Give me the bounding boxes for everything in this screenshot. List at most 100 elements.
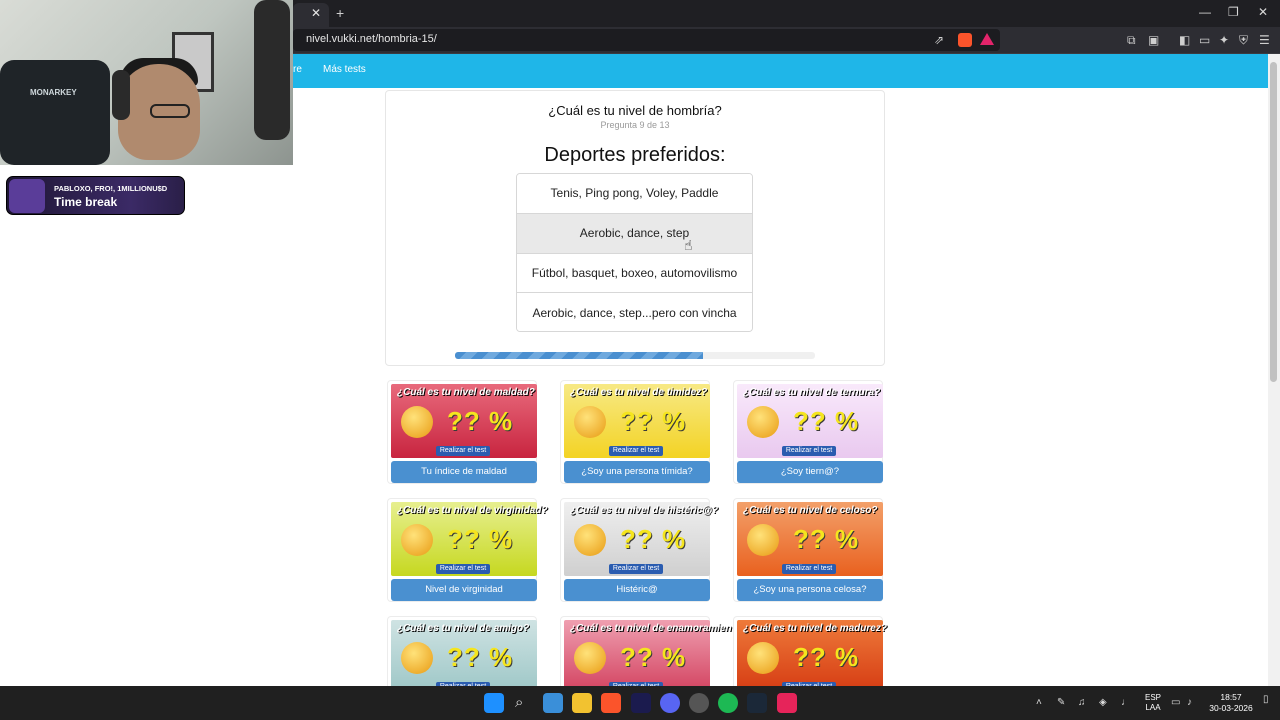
site-nav-bar xyxy=(293,54,1268,88)
extensions-icon[interactable]: ⧉ xyxy=(1127,33,1136,48)
test-emoji-icon xyxy=(574,406,606,438)
alert-names: PABLOXO, FRO!, 1MILLIONU$D xyxy=(54,184,168,193)
test-card[interactable]: ¿Cuál es tu nivel de timidez? ?? % Realiza… xyxy=(560,380,710,484)
test-banner-title: ¿Cuál es tu nivel de maldad? xyxy=(397,387,535,398)
test-percent: ?? % xyxy=(793,406,860,436)
test-card[interactable]: ¿Cuál es tu nivel de histéric@? ?? % Reali… xyxy=(560,498,718,602)
quiz-title: ¿Cuál es tu nivel de hombría? xyxy=(548,103,722,118)
tray-overflow-icon[interactable]: ˄ xyxy=(1036,697,1042,708)
menu-icon[interactable]: ☰ xyxy=(1259,33,1270,47)
vpn-icon[interactable]: ⛨ xyxy=(1239,33,1248,48)
test-card[interactable]: ¿Cuál es tu nivel de ternura? ?? % Realiza… xyxy=(733,380,883,484)
close-tab-icon[interactable]: ✕ xyxy=(311,6,321,20)
test-emoji-icon xyxy=(574,642,606,674)
minimize-icon[interactable]: — xyxy=(1199,5,1211,19)
test-percent: ?? % xyxy=(793,524,860,554)
test-banner-image[interactable]: ¿Cuál es tu nivel de enamoramiento??? %R… xyxy=(564,620,747,694)
start-icon[interactable] xyxy=(484,693,504,713)
take-test-button[interactable]: Realizar el test xyxy=(436,564,490,574)
test-banner-title: ¿Cuál es tu nivel de virginidad? xyxy=(397,505,548,516)
take-test-button[interactable]: Realizar el test xyxy=(782,564,836,574)
search-icon[interactable]: ⌕ xyxy=(515,694,523,711)
share-icon[interactable]: ⇗ xyxy=(934,33,944,47)
network-icon[interactable]: ▭ xyxy=(1171,697,1180,708)
test-caption-button[interactable]: Nivel de virginidad xyxy=(391,579,537,601)
answer-option[interactable]: Aerobic, dance, step xyxy=(517,213,752,254)
test-banner-image[interactable]: ¿Cuál es tu nivel de celoso? ?? % Realizar… xyxy=(737,502,883,576)
volume-icon[interactable]: ♪ xyxy=(1187,697,1192,708)
test-banner-image[interactable]: ¿Cuál es tu nivel de timidez? ?? % Realiza… xyxy=(564,384,710,458)
test-caption-button[interactable]: Tu índice de maldad xyxy=(391,461,537,483)
test-banner-title: ¿Cuál es tu nivel de enamoramiento? xyxy=(570,623,748,634)
new-tab-icon[interactable]: + xyxy=(336,5,344,21)
file-explorer-icon[interactable] xyxy=(572,693,592,713)
headphones-icon[interactable]: ♫ xyxy=(1078,697,1086,708)
sidebar-icon[interactable]: ◧ xyxy=(1179,33,1190,47)
test-banner-image[interactable]: ¿Cuál es tu nivel de virginidad? ?? % Real… xyxy=(391,502,548,576)
tiktok-icon[interactable] xyxy=(777,693,797,713)
discord-icon[interactable] xyxy=(660,693,680,713)
test-emoji-icon xyxy=(401,406,433,438)
glasses xyxy=(150,104,190,118)
test-banner-image[interactable]: ¿Cuál es tu nivel de amigo??? %Realizar … xyxy=(391,620,537,694)
leo-ai-icon[interactable]: ✦ xyxy=(1219,33,1229,47)
restore-icon[interactable]: ❐ xyxy=(1228,5,1239,19)
test-banner-image[interactable]: ¿Cuál es tu nivel de maldad? ?? % Realizar… xyxy=(391,384,537,458)
wallet-icon[interactable]: ▭ xyxy=(1199,33,1210,47)
alert-message: Time break xyxy=(54,195,118,209)
test-banner-title: ¿Cuál es tu nivel de madurez? xyxy=(743,623,887,634)
chair-logo: MONARKEY xyxy=(30,88,77,97)
test-caption-button[interactable]: ¿Soy una persona tímida? xyxy=(564,461,710,483)
answer-option[interactable]: Aerobic, dance, step...pero con vincha xyxy=(517,293,752,331)
brave-icon[interactable] xyxy=(601,693,621,713)
nav-link-more-tests[interactable]: Más tests xyxy=(323,64,366,75)
test-caption-button[interactable]: Histéric@ xyxy=(564,579,710,601)
screenshot-icon[interactable]: ▣ xyxy=(1148,33,1159,47)
test-banner-title: ¿Cuál es tu nivel de celoso? xyxy=(743,505,878,516)
test-card[interactable]: ¿Cuál es tu nivel de virginidad? ?? % Real… xyxy=(387,498,548,602)
system-clock[interactable]: 18:57 30-03-2026 xyxy=(1206,692,1256,714)
test-banner-title: ¿Cuál es tu nivel de timidez? xyxy=(570,387,708,398)
clock-date: 30-03-2026 xyxy=(1209,703,1253,713)
test-card[interactable]: ¿Cuál es tu nivel de celoso? ?? % Realizar… xyxy=(733,498,883,602)
question-counter: Pregunta 9 de 13 xyxy=(600,120,670,130)
brave-rewards-icon[interactable] xyxy=(980,33,994,45)
clock-time: 18:57 xyxy=(1220,692,1242,702)
spotify-icon[interactable] xyxy=(718,693,738,713)
test-banner-image[interactable]: ¿Cuál es tu nivel de ternura? ?? % Realiza… xyxy=(737,384,883,458)
brave-shields-icon[interactable] xyxy=(958,33,972,47)
test-emoji-icon xyxy=(747,524,779,556)
test-banner-image[interactable]: ¿Cuál es tu nivel de madurez??? %Realiza… xyxy=(737,620,887,694)
url-text[interactable]: nivel.vukki.net/hombria-15/ xyxy=(306,33,437,45)
scrollbar-thumb[interactable] xyxy=(1270,62,1277,382)
answer-option[interactable]: Fútbol, basquet, boxeo, automovilismo xyxy=(517,253,752,294)
take-test-button[interactable]: Realizar el test xyxy=(609,446,663,456)
gaming-chair xyxy=(0,60,110,165)
test-percent: ?? % xyxy=(620,406,687,436)
take-test-button[interactable]: Realizar el test xyxy=(436,446,490,456)
photos-icon[interactable] xyxy=(543,693,563,713)
take-test-button[interactable]: Realizar el test xyxy=(782,446,836,456)
premiere-icon[interactable] xyxy=(631,693,651,713)
test-caption-button[interactable]: ¿Soy tiern@? xyxy=(737,461,883,483)
steam-tray-icon[interactable]: ◈ xyxy=(1099,697,1107,708)
test-percent: ?? % xyxy=(620,524,687,554)
keyboard-layout: LAA xyxy=(1145,703,1161,712)
close-window-icon[interactable]: ✕ xyxy=(1258,5,1268,19)
hand-cursor-icon: ☝ xyxy=(684,237,693,253)
nav-link-partial[interactable]: re xyxy=(293,64,302,75)
notifications-icon[interactable]: ▯ xyxy=(1263,694,1269,705)
test-caption-button[interactable]: ¿Soy una persona celosa? xyxy=(737,579,883,601)
test-emoji-icon xyxy=(401,524,433,556)
test-banner-title: ¿Cuál es tu nivel de histéric@? xyxy=(570,505,719,516)
test-banner-image[interactable]: ¿Cuál es tu nivel de histéric@? ?? % Reali… xyxy=(564,502,718,576)
take-test-button[interactable]: Realizar el test xyxy=(609,564,663,574)
answer-option[interactable]: Tenis, Ping pong, Voley, Paddle xyxy=(517,174,752,214)
microphone-icon[interactable]: ♩ xyxy=(1121,697,1131,708)
quiz-progress-bar xyxy=(455,352,815,359)
steam-icon[interactable] xyxy=(747,693,767,713)
test-card[interactable]: ¿Cuál es tu nivel de maldad? ?? % Realizar… xyxy=(387,380,537,484)
language-indicator[interactable]: ESP LAA xyxy=(1144,693,1162,713)
tray-app-icon[interactable]: ✎ xyxy=(1057,697,1065,708)
obs-icon[interactable] xyxy=(689,693,709,713)
